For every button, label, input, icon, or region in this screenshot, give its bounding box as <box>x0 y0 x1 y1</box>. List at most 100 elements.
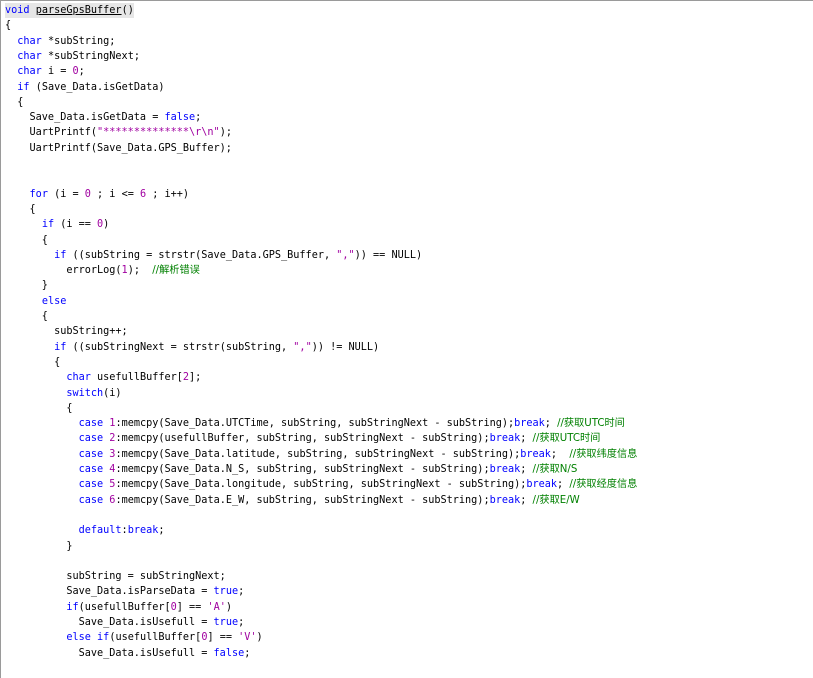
code-line[interactable]: { <box>5 401 72 416</box>
code-token: :memcpy(Save_Data.UTCTime, subString, su… <box>115 418 515 430</box>
keyword-token: else <box>66 632 91 644</box>
code-line[interactable]: char *subString; <box>5 34 115 49</box>
keyword-token: char <box>17 35 42 47</box>
keyword-token: if <box>17 81 30 93</box>
code-token: )) != NULL) <box>311 341 380 353</box>
code-line[interactable]: { <box>5 18 11 33</box>
keyword-token: if <box>97 632 110 644</box>
code-token: :memcpy(Save_Data.latitude, subString, s… <box>115 448 521 460</box>
comment-token: //获取E/W <box>532 494 580 506</box>
code-line[interactable]: char usefullBuffer[2]; <box>5 370 201 385</box>
comment-token: //获取UTC时间 <box>557 418 625 430</box>
code-token: Save_Data.isGetData = <box>5 112 165 124</box>
code-line[interactable]: switch(i) <box>5 386 122 401</box>
code-line[interactable]: Save_Data.isParseData = true; <box>5 584 244 599</box>
code-line[interactable]: Save_Data.isUsefull = true; <box>5 615 245 630</box>
code-line[interactable]: Save_Data.isGetData = false; <box>5 110 202 125</box>
code-line[interactable]: if(usefullBuffer[0] == 'A') <box>5 600 232 615</box>
code-line[interactable]: else <box>5 294 67 309</box>
comment-token: //获取UTC时间 <box>532 433 601 445</box>
code-token: :memcpy(Save_Data.longitude, subString, … <box>115 479 527 491</box>
code-line[interactable]: subString++; <box>5 324 128 339</box>
code-line[interactable]: char *subStringNext; <box>5 49 140 64</box>
code-token: { <box>5 234 48 246</box>
keyword-token: break <box>520 448 551 460</box>
code-token: ; <box>195 112 202 124</box>
code-line[interactable]: UartPrintf("**************\r\n"); <box>5 125 232 140</box>
keyword-token: default <box>78 525 122 537</box>
code-editor[interactable]: void parseGpsBuffer(){ char *subString; … <box>0 0 813 678</box>
code-token: { <box>5 203 36 215</box>
code-line[interactable]: case 3:memcpy(Save_Data.latitude, subStr… <box>5 447 638 462</box>
code-line[interactable]: { <box>5 309 48 324</box>
keyword-token: break <box>489 464 521 475</box>
code-token: :memcpy(Save_Data.N_S, subString, subStr… <box>115 464 490 475</box>
code-line[interactable]: if (i == 0) <box>5 217 110 232</box>
code-token: ; <box>238 586 245 598</box>
code-line[interactable]: case 4:memcpy(Save_Data.N_S, subString, … <box>5 462 578 477</box>
string-token: "," <box>293 341 312 353</box>
keyword-token: break <box>514 418 545 430</box>
code-line[interactable]: if (Save_Data.isGetData) <box>5 80 165 95</box>
code-token: } <box>5 540 73 552</box>
code-token: Save_Data.isParseData = <box>5 586 214 598</box>
code-line[interactable]: { <box>5 233 48 248</box>
code-token: )) == NULL) <box>354 249 423 261</box>
code-token: ; <box>238 617 245 628</box>
keyword-token: break <box>526 479 558 491</box>
code-line[interactable]: } <box>5 539 72 554</box>
code-token: ]; <box>189 372 202 384</box>
code-token: Save_Data.isUsefull = <box>5 617 214 628</box>
code-token: (usefullBuffer[ <box>78 601 171 613</box>
code-line[interactable]: void parseGpsBuffer() <box>5 3 134 18</box>
code-line[interactable]: if ((subStringNext = strstr(subString, "… <box>5 340 379 355</box>
keyword-token: char <box>66 372 91 384</box>
code-line[interactable]: case 5:memcpy(Save_Data.longitude, subSt… <box>5 477 638 492</box>
code-line[interactable]: for (i = 0 ; i <= 6 ; i++) <box>5 187 190 202</box>
comment-token: //解析错误 <box>152 265 200 277</box>
code-token: i = <box>41 66 73 78</box>
code-token: () <box>121 5 134 16</box>
code-token: UartPrintf(Save_Data.GPS_Buffer); <box>5 142 232 154</box>
code-line[interactable]: Save_Data.isUsefull = false; <box>5 646 251 661</box>
code-token: ) <box>225 601 232 613</box>
code-token: ; <box>158 525 165 537</box>
code-token: *subStringNext; <box>41 50 140 62</box>
keyword-token: case <box>78 448 104 460</box>
code-token: ; i <= <box>90 188 140 200</box>
code-line[interactable]: { <box>5 202 36 217</box>
code-line[interactable]: case 2:memcpy(usefullBuffer, subString, … <box>5 431 601 446</box>
code-token: (i) <box>103 387 122 399</box>
code-token: UartPrintf( <box>5 127 98 139</box>
code-line[interactable]: case 6:memcpy(Save_Data.E_W, subString, … <box>5 493 580 508</box>
code-line[interactable]: { <box>5 95 23 110</box>
code-line[interactable]: case 1:memcpy(Save_Data.UTCTime, subStri… <box>5 416 625 431</box>
code-token: ((subStringNext = strstr(subString, <box>66 341 294 353</box>
code-token: subString++; <box>5 326 128 338</box>
keyword-token: char <box>17 50 42 62</box>
code-token: ; <box>544 418 558 430</box>
code-token: } <box>5 280 48 292</box>
code-line[interactable]: errorLog(1); //解析错误 <box>5 263 200 278</box>
function-name-token: parseGpsBuffer <box>35 5 122 16</box>
code-line[interactable]: default:break; <box>5 523 165 538</box>
code-token: ; <box>550 448 570 460</box>
code-token: (usefullBuffer[ <box>109 632 202 644</box>
code-line[interactable]: char i = 0; <box>5 64 85 79</box>
keyword-token: if <box>66 601 79 613</box>
code-line[interactable]: if ((subString = strstr(Save_Data.GPS_Bu… <box>5 248 422 263</box>
code-line[interactable]: UartPrintf(Save_Data.GPS_Buffer); <box>5 141 232 156</box>
keyword-token: case <box>78 494 104 506</box>
code-line[interactable]: subString = subStringNext; <box>5 569 225 584</box>
code-line[interactable]: { <box>5 355 60 370</box>
code-line[interactable]: else if(usefullBuffer[0] == 'V') <box>5 630 262 645</box>
code-token: ; <box>244 647 251 659</box>
code-line[interactable]: } <box>5 278 48 293</box>
code-token: (Save_Data.isGetData) <box>29 81 165 93</box>
